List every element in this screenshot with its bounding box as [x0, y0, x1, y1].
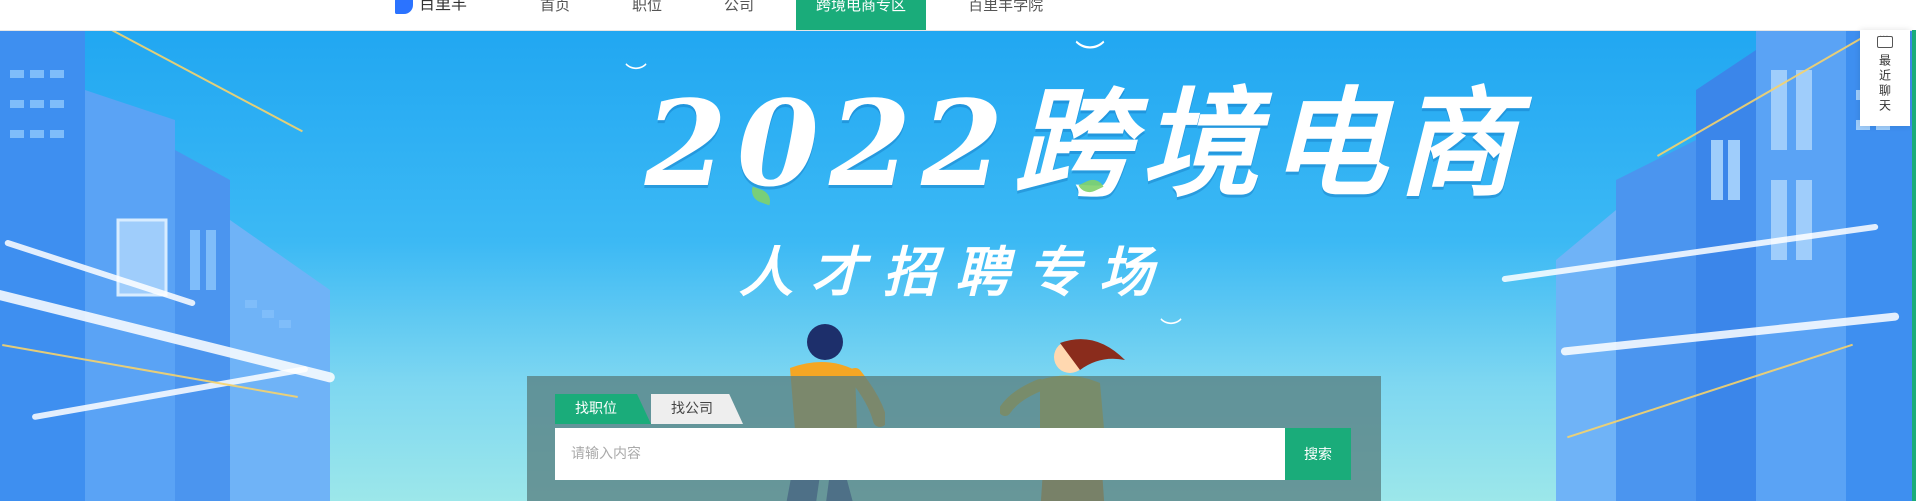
nav-home[interactable]: 首页: [520, 0, 590, 30]
nav-cross-border-ecommerce[interactable]: 跨境电商专区: [796, 0, 927, 30]
top-navbar: 百里羊 首页 职位 公司 跨境电商专区 百里羊学院: [0, 0, 1916, 31]
main-nav: 首页 职位 公司 跨境电商专区 百里羊学院: [520, 0, 1085, 30]
nav-companies[interactable]: 公司: [704, 0, 774, 30]
search-panel: 找职位 找公司 搜索: [527, 376, 1381, 501]
bird-icon: ︶: [625, 63, 648, 88]
nav-jobs[interactable]: 职位: [612, 0, 682, 30]
logo-text: 百里羊: [419, 0, 468, 13]
right-edge-accent: [1912, 30, 1916, 501]
hero-subtitle: 人才招聘专场: [739, 240, 1171, 304]
tab-find-companies[interactable]: 找公司: [651, 394, 743, 424]
hero-banner: ︶ ︶ ︶ 2022跨境电商 人才招聘专场 找职位 找公司 搜索: [0, 30, 1916, 501]
search-button[interactable]: 搜索: [1285, 428, 1351, 480]
tab-find-jobs[interactable]: 找职位: [555, 394, 637, 424]
bird-icon: ︶: [1075, 39, 1105, 74]
recent-chat-label: 最近聊天: [1877, 54, 1892, 114]
nav-academy[interactable]: 百里羊学院: [948, 0, 1063, 30]
search-row: 搜索: [555, 428, 1351, 480]
chat-bubble-icon: [1877, 29, 1893, 48]
search-input[interactable]: [555, 428, 1285, 480]
logo-icon: [395, 0, 413, 14]
search-tabs: 找职位 找公司: [555, 394, 743, 424]
recent-chat-widget[interactable]: 最近聊天: [1860, 29, 1910, 126]
bird-icon: ︶: [1160, 318, 1183, 343]
left-buildings-illustration: [0, 30, 330, 501]
site-logo[interactable]: 百里羊: [395, 0, 467, 14]
